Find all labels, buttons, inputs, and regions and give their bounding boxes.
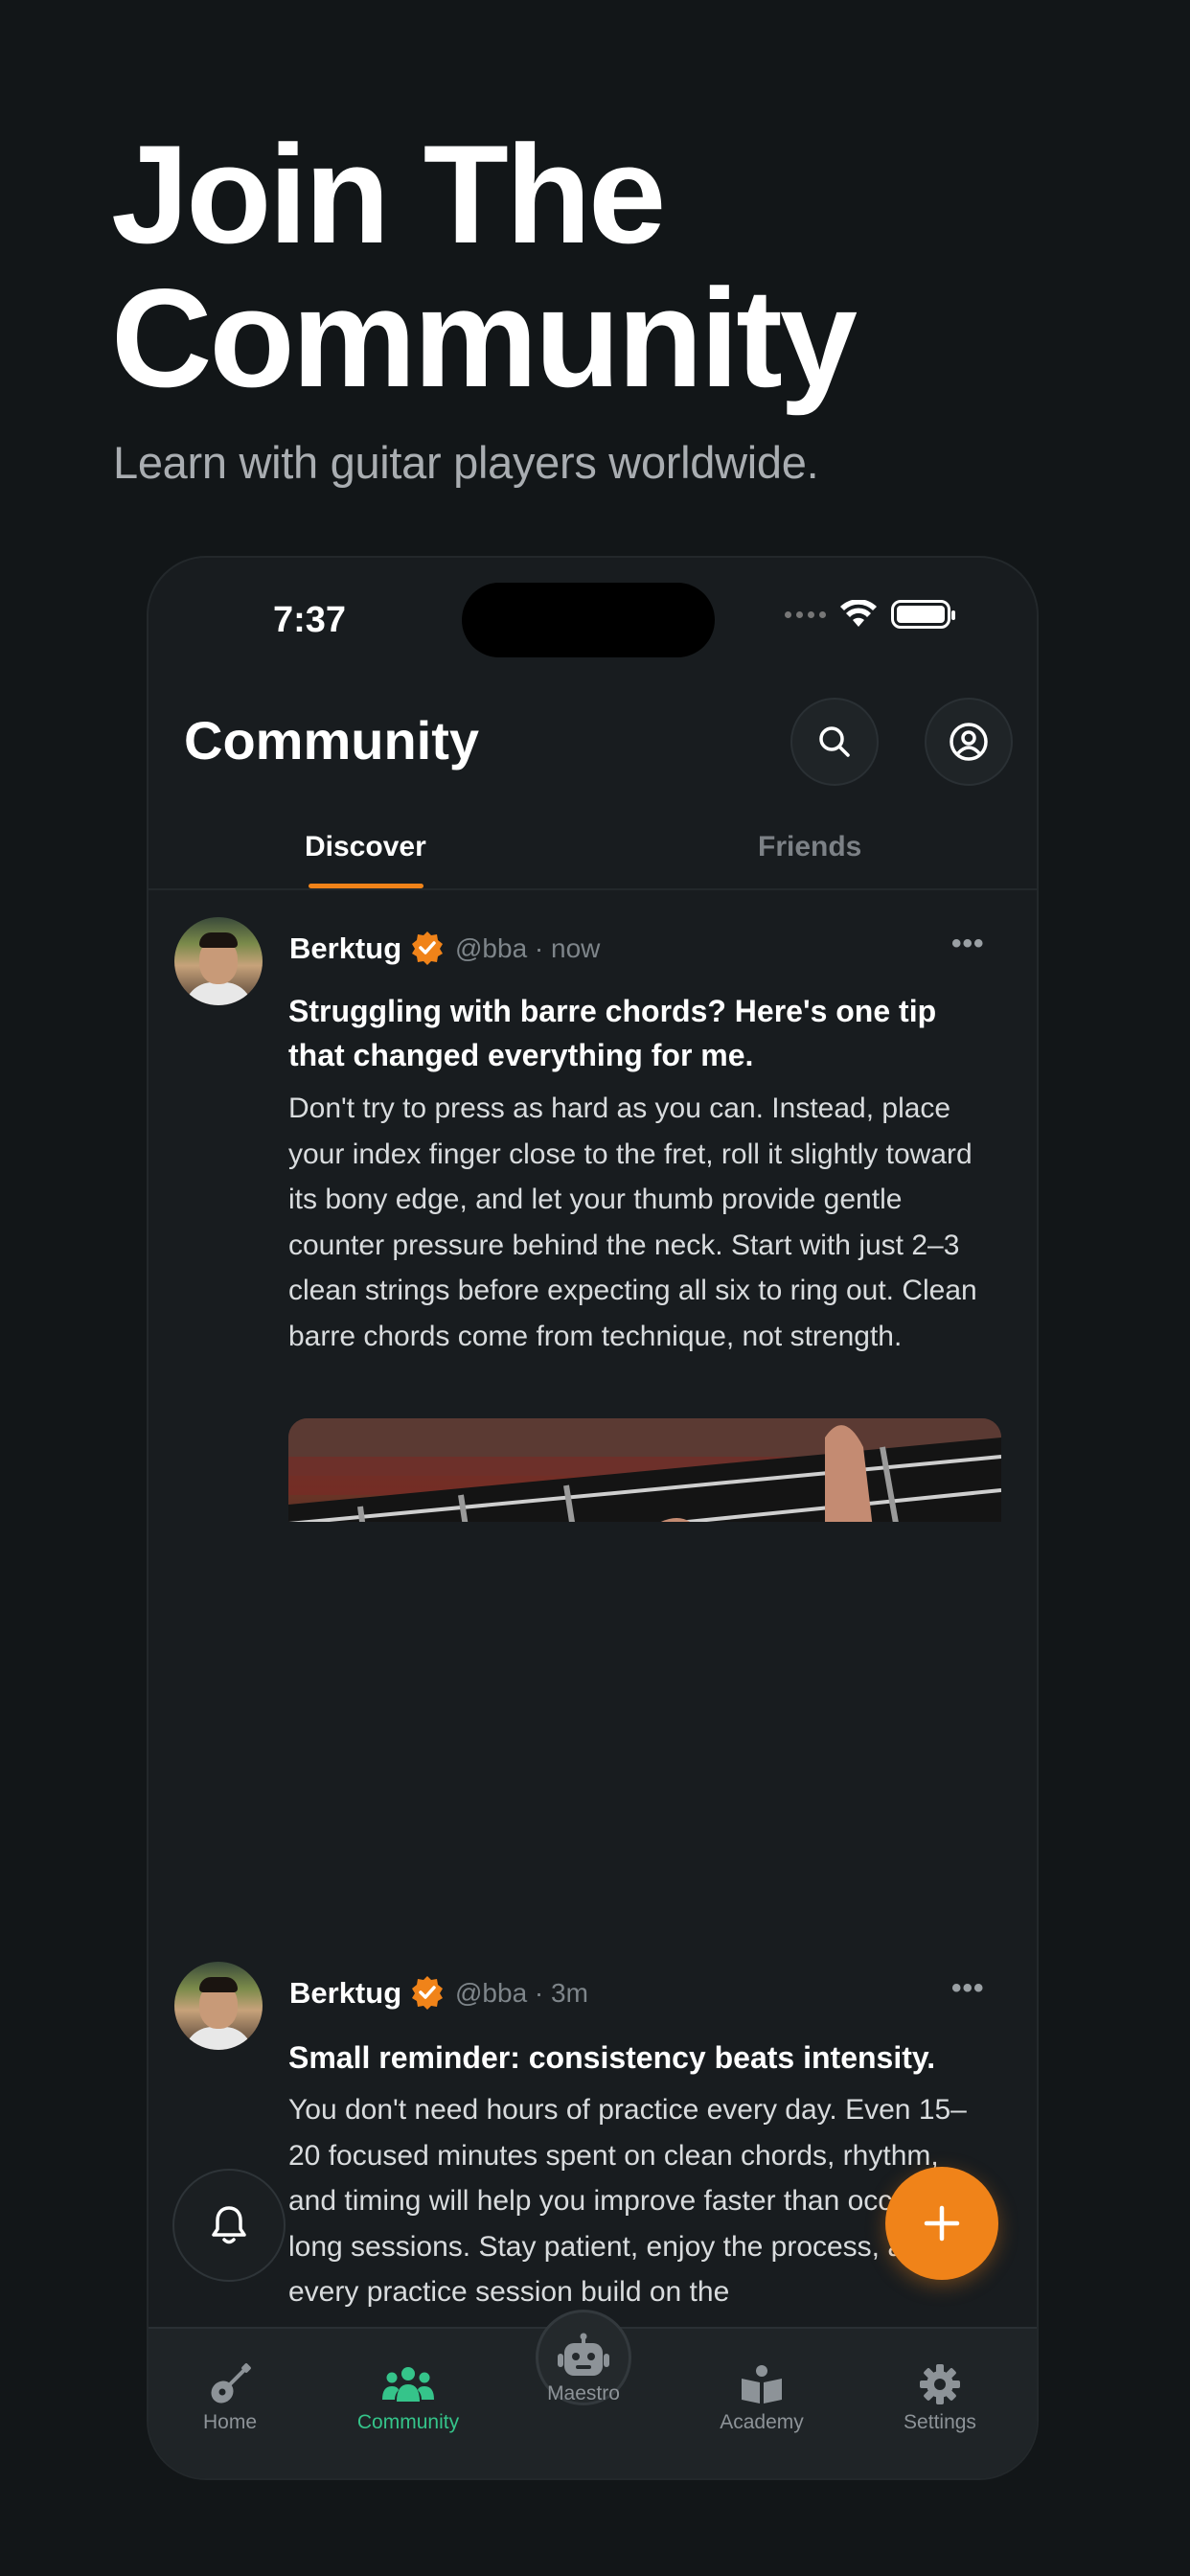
notifications-button[interactable] (172, 2169, 286, 2282)
user-icon (950, 723, 988, 761)
search-button[interactable] (790, 698, 879, 786)
tabbar-label: Community (356, 2411, 460, 2433)
battery-icon (891, 600, 955, 629)
people-icon (382, 2367, 434, 2402)
hero-title-line1: Join The (111, 116, 666, 272)
page-title: Community (184, 710, 479, 770)
hero-title-line2: Community (111, 260, 858, 416)
dynamic-island (462, 583, 715, 657)
phone-frame: 7:37 Community Discover Friends Berktug … (147, 556, 1039, 1522)
post-title: Struggling with barre chords? Here's one… (288, 994, 937, 1072)
avatar[interactable] (174, 1962, 263, 2050)
tabbar-item-settings[interactable]: Settings (868, 2358, 1012, 2434)
status-icons (785, 600, 955, 629)
robot-icon (558, 2333, 609, 2376)
post-author[interactable]: Berktug (289, 932, 401, 966)
tab-discover[interactable]: Discover (305, 831, 426, 863)
tabbar-label: Settings (904, 2411, 976, 2433)
post-author[interactable]: Berktug (289, 1976, 401, 2011)
tabbar-item-academy[interactable]: Academy (690, 2358, 834, 2434)
post-title: Small reminder: consistency beats intens… (288, 2040, 936, 2075)
guitar-fretboard-image (288, 1418, 1001, 1522)
verified-badge-icon (412, 1976, 443, 2010)
post-handle: @bba · 3m (455, 1978, 588, 2008)
profile-button[interactable] (925, 698, 1013, 786)
tab-friends[interactable]: Friends (758, 831, 861, 863)
wifi-icon (840, 600, 877, 627)
post-handle: @bba · now (455, 933, 601, 963)
bottom-tab-bar: Home Community Maestro Academy Settings (149, 2310, 1037, 2478)
tabbar-label: Academy (720, 2411, 804, 2433)
avatar[interactable] (174, 917, 263, 1005)
gear-icon (920, 2364, 960, 2404)
more-options-button[interactable]: ••• (951, 928, 985, 960)
post-body: Don't try to press as hard as you can. I… (288, 1092, 977, 1352)
signal-icon (785, 610, 826, 618)
divider (149, 888, 1037, 890)
tabbar-item-community[interactable]: Community (336, 2358, 480, 2434)
create-post-button[interactable] (885, 2167, 998, 2280)
post-image[interactable] (288, 1418, 1001, 1522)
tabbar-label: Home (202, 2411, 258, 2433)
guitar-icon (211, 2363, 251, 2404)
status-time: 7:37 (273, 600, 347, 640)
book-icon (742, 2365, 782, 2404)
tabbar-label: Maestro (547, 2382, 620, 2404)
tabbar-item-home[interactable]: Home (158, 2358, 302, 2434)
page: Join The Community Learn with guitar pla… (0, 0, 1190, 2576)
hero-title: Join The Community (111, 123, 1069, 410)
search-icon (819, 726, 850, 757)
post-body: You don't need hours of practice every d… (288, 2094, 984, 2308)
hero-subtitle: Learn with guitar players worldwide. (113, 437, 819, 488)
more-options-button[interactable]: ••• (951, 1972, 985, 2005)
plus-icon (924, 2205, 960, 2242)
verified-badge-icon (412, 932, 443, 965)
bell-icon (212, 2206, 246, 2244)
